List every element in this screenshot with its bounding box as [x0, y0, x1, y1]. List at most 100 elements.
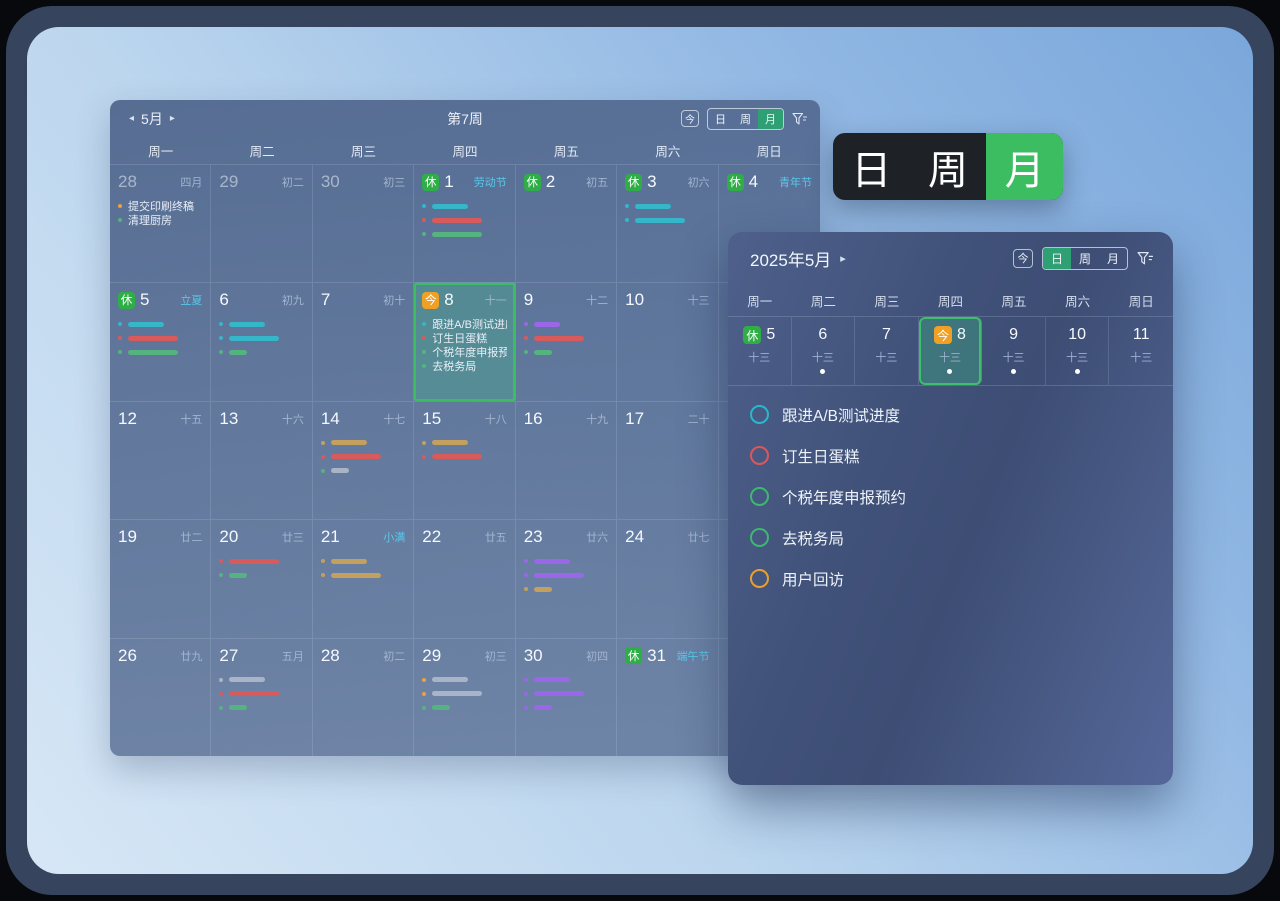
event-item[interactable]: [422, 199, 506, 213]
event-item[interactable]: [524, 568, 608, 582]
event-item[interactable]: [321, 436, 405, 450]
task-checkbox[interactable]: [750, 528, 769, 547]
view-toggle-week[interactable]: 周: [733, 109, 758, 129]
task-checkbox[interactable]: [750, 405, 769, 424]
callout-toggle-month[interactable]: 月: [986, 133, 1063, 200]
day-cell[interactable]: 6初九: [211, 282, 312, 400]
event-item[interactable]: [219, 554, 303, 568]
day-cell[interactable]: 15十八: [414, 401, 515, 519]
event-item[interactable]: 清理厨房: [118, 213, 202, 227]
event-item[interactable]: [321, 450, 405, 464]
event-item[interactable]: [422, 227, 506, 241]
day-cell[interactable]: 26廿九: [110, 638, 211, 756]
day-cell[interactable]: 14十七: [313, 401, 414, 519]
mini-day-cell[interactable]: 11十三: [1109, 317, 1173, 385]
event-item[interactable]: [219, 687, 303, 701]
mini-day-cell[interactable]: 7十三: [855, 317, 919, 385]
event-item[interactable]: [422, 213, 506, 227]
view-toggle-day[interactable]: 日: [708, 109, 733, 129]
event-item[interactable]: [524, 317, 608, 331]
mini-day-cell[interactable]: 10十三: [1046, 317, 1110, 385]
event-item[interactable]: [219, 673, 303, 687]
event-item[interactable]: 提交印刷终稿: [118, 199, 202, 213]
day-cell[interactable]: 23廿六: [516, 519, 617, 637]
day-cell[interactable]: 9十二: [516, 282, 617, 400]
event-item[interactable]: 去税务局: [422, 359, 506, 373]
day-cell-selected[interactable]: 今8十一跟进A/B测试进度订生日蛋糕个税年度申报预约去税务局: [414, 282, 515, 400]
task-checkbox[interactable]: [750, 569, 769, 588]
filter-icon[interactable]: [792, 112, 807, 126]
day-cell[interactable]: 7初十: [313, 282, 414, 400]
today-button[interactable]: 今: [681, 110, 699, 127]
event-item[interactable]: [321, 568, 405, 582]
event-item[interactable]: 订生日蛋糕: [422, 331, 506, 345]
mini-day-cell[interactable]: 休5十三: [728, 317, 792, 385]
prev-month-arrow-icon[interactable]: ◂: [129, 113, 134, 124]
event-item[interactable]: [422, 701, 506, 715]
day-cell[interactable]: 30初四: [516, 638, 617, 756]
event-item[interactable]: [422, 436, 506, 450]
callout-toggle-day[interactable]: 日: [833, 133, 910, 200]
event-item[interactable]: [625, 199, 709, 213]
event-item[interactable]: [422, 687, 506, 701]
day-cell[interactable]: 休5立夏: [110, 282, 211, 400]
day-cell[interactable]: 16十九: [516, 401, 617, 519]
event-item[interactable]: [219, 331, 303, 345]
day-cell[interactable]: 22廿五: [414, 519, 515, 637]
mini-view-toggle-day[interactable]: 日: [1043, 248, 1071, 269]
mini-next-arrow-icon[interactable]: ▸: [840, 252, 846, 265]
event-item[interactable]: [118, 345, 202, 359]
day-cell[interactable]: 30初三: [313, 164, 414, 282]
event-item[interactable]: [422, 450, 506, 464]
day-cell[interactable]: 27五月: [211, 638, 312, 756]
day-cell[interactable]: 13十六: [211, 401, 312, 519]
day-cell[interactable]: 20廿三: [211, 519, 312, 637]
event-item[interactable]: [524, 345, 608, 359]
mini-filter-icon[interactable]: [1137, 251, 1153, 266]
day-cell[interactable]: 21小满: [313, 519, 414, 637]
mini-view-toggle-month[interactable]: 月: [1099, 248, 1127, 269]
day-cell[interactable]: 28四月提交印刷终稿清理厨房: [110, 164, 211, 282]
task-item[interactable]: 订生日蛋糕: [750, 435, 1173, 476]
event-item[interactable]: [321, 554, 405, 568]
event-item[interactable]: [524, 331, 608, 345]
event-item[interactable]: [524, 554, 608, 568]
task-item[interactable]: 个税年度申报预约: [750, 476, 1173, 517]
task-item[interactable]: 用户回访: [750, 558, 1173, 599]
event-item[interactable]: 跟进A/B测试进度: [422, 317, 506, 331]
event-item[interactable]: [118, 317, 202, 331]
day-cell[interactable]: 29初二: [211, 164, 312, 282]
task-item[interactable]: 跟进A/B测试进度: [750, 394, 1173, 435]
day-cell[interactable]: 24廿七: [617, 519, 718, 637]
event-item[interactable]: [219, 568, 303, 582]
mini-day-cell[interactable]: 6十三: [792, 317, 856, 385]
mini-view-toggle-week[interactable]: 周: [1071, 248, 1099, 269]
day-cell[interactable]: 29初三: [414, 638, 515, 756]
mini-day-cell[interactable]: 9十三: [982, 317, 1046, 385]
event-item[interactable]: [524, 701, 608, 715]
view-toggle-month[interactable]: 月: [758, 109, 783, 129]
day-cell[interactable]: 休31端午节: [617, 638, 718, 756]
event-item[interactable]: [524, 687, 608, 701]
callout-toggle-week[interactable]: 周: [910, 133, 987, 200]
event-item[interactable]: [321, 464, 405, 478]
task-checkbox[interactable]: [750, 446, 769, 465]
day-cell[interactable]: 休3初六: [617, 164, 718, 282]
event-item[interactable]: [118, 331, 202, 345]
day-cell[interactable]: 12十五: [110, 401, 211, 519]
task-checkbox[interactable]: [750, 487, 769, 506]
day-cell[interactable]: 休1劳动节: [414, 164, 515, 282]
event-item[interactable]: [422, 673, 506, 687]
event-item[interactable]: [524, 582, 608, 596]
event-item[interactable]: [625, 213, 709, 227]
next-month-arrow-icon[interactable]: ▸: [170, 113, 175, 124]
event-item[interactable]: [219, 317, 303, 331]
day-cell[interactable]: 10十三: [617, 282, 718, 400]
event-item[interactable]: [524, 673, 608, 687]
day-cell[interactable]: 28初二: [313, 638, 414, 756]
event-item[interactable]: [219, 701, 303, 715]
day-cell[interactable]: 休2初五: [516, 164, 617, 282]
mini-day-cell-selected[interactable]: 今8十三: [919, 317, 983, 385]
mini-today-button[interactable]: 今: [1013, 249, 1033, 268]
day-cell[interactable]: 17二十: [617, 401, 718, 519]
